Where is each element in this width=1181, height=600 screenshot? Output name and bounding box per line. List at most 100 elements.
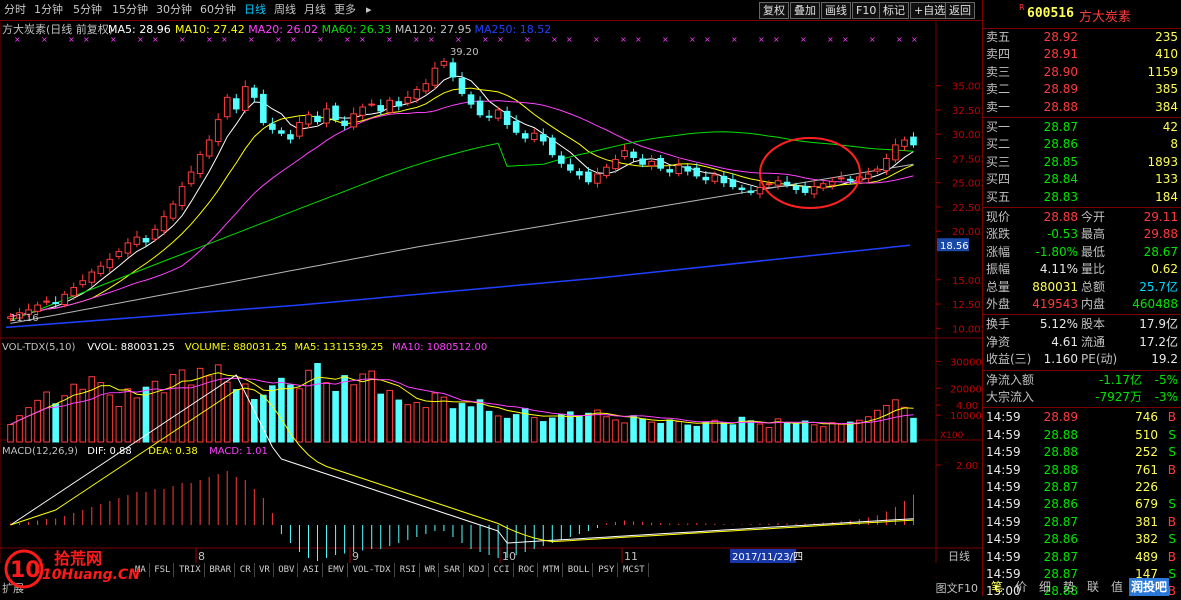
indicator-tab-brar[interactable]: BRAR	[206, 563, 236, 577]
period-tab-2[interactable]: 5分钟	[73, 3, 102, 17]
tick-row-4[interactable]: 14:59 28.87 226	[983, 479, 1181, 496]
toolbar-button-1[interactable]: 叠加	[790, 2, 820, 19]
candle-body	[115, 251, 123, 257]
panel-ticks-3-t: 14:59	[986, 462, 1021, 477]
chart-title: 方大炭素(日线 前复权)	[2, 22, 113, 36]
tick-row-2[interactable]: 14:59 28.88 252 S	[983, 444, 1181, 461]
toolbar-button-2[interactable]: 画线	[821, 2, 851, 19]
stat-row-5[interactable]: 外盘 419543 内盘 460488	[983, 296, 1181, 313]
fund-row-2[interactable]: 收益(三) 1.160 PE(动) 19.2	[983, 351, 1181, 368]
volume-bar	[792, 422, 800, 443]
indicator-tab-psy[interactable]: PSY	[595, 563, 619, 577]
period-tab-3[interactable]: 15分钟	[112, 3, 148, 17]
bid-row-3[interactable]: 买四 28.84 133	[983, 171, 1181, 188]
indicator-tab-roc[interactable]: ROC	[515, 563, 539, 577]
tick-row-6[interactable]: 14:59 28.87 381 B	[983, 514, 1181, 531]
ask-row-1[interactable]: 卖四 28.91 410	[983, 46, 1181, 63]
candle-body	[260, 93, 267, 124]
indicator-tab-trix[interactable]: TRIX	[176, 563, 205, 577]
bottom-bar: 扩展 图文F10	[0, 578, 982, 596]
kline-svg[interactable]: 方大炭素(日线 前复权)MA5: 28.96 MA10: 27.42 MA20: 2…	[0, 20, 982, 582]
indicator-tab-emv[interactable]: EMV	[325, 563, 349, 577]
stat-row-3[interactable]: 振幅 4.11% 量比 0.62	[983, 261, 1181, 278]
toolbar-button-3[interactable]: F10	[852, 2, 881, 19]
period-tab-4[interactable]: 30分钟	[156, 3, 192, 17]
bid-row-4[interactable]: 买五 28.83 184	[983, 189, 1181, 206]
panel-tab-2[interactable]: 细	[1033, 578, 1057, 596]
indicator-tab-mcst[interactable]: MCST	[620, 563, 649, 577]
kline-chart[interactable]: 方大炭素(日线 前复权) MA5: 28.96 MA10: 27.42 MA20: 2…	[0, 20, 982, 582]
indicator-tab-kdj[interactable]: KDJ	[466, 563, 489, 577]
bid-row-2[interactable]: 买三 28.85 1893	[983, 154, 1181, 171]
panel-tab-5[interactable]: 值	[1105, 578, 1129, 596]
candle-body	[160, 216, 168, 232]
toolbar-button-4[interactable]: 标记	[879, 2, 909, 19]
panel-stats-5-l1: 外盘	[986, 297, 1011, 311]
period-tab-8[interactable]: 月线	[304, 3, 326, 17]
ask-row-4[interactable]: 卖一 28.88 384	[983, 99, 1181, 116]
indicator-tab-obv[interactable]: OBV	[275, 563, 299, 577]
indicator-tab-vr[interactable]: VR	[256, 563, 274, 577]
period-tab-9[interactable]: 更多	[334, 3, 356, 17]
period-tab-5[interactable]: 60分钟	[200, 3, 236, 17]
panel-tab-1[interactable]: 价	[1009, 578, 1033, 596]
stat-row-2[interactable]: 涨幅 -1.80% 最低 28.67	[983, 244, 1181, 261]
tick-row-0[interactable]: 14:59 28.89 746 B	[983, 409, 1181, 426]
period-tab-0[interactable]: 分时	[4, 3, 26, 17]
indicator-tab-rsi[interactable]: RSI	[397, 563, 421, 577]
panel-asks-3-label: 卖二	[986, 82, 1011, 97]
indicator-tab-fsl[interactable]: FSL	[151, 563, 175, 577]
ask-row-3[interactable]: 卖二 28.89 385	[983, 81, 1181, 98]
fund-row-1[interactable]: 净资 4.61 流通 17.2亿	[983, 334, 1181, 351]
tick-row-8[interactable]: 14:59 28.87 489 B	[983, 549, 1181, 566]
candle-body	[368, 103, 376, 106]
panel-tab-0[interactable]: 笔	[985, 578, 1009, 596]
ask-row-0[interactable]: 卖五 28.92 235	[983, 29, 1181, 46]
stat-row-1[interactable]: 涨跌 -0.53 最高 29.88	[983, 226, 1181, 243]
flow-row-1[interactable]: 大宗流入 -7927万 -3%	[983, 389, 1181, 406]
volume-bar	[404, 404, 412, 443]
candle-body	[395, 101, 403, 107]
bid-row-0[interactable]: 买一 28.87 42	[983, 119, 1181, 136]
ask-row-2[interactable]: 卖三 28.90 1159	[983, 64, 1181, 81]
stat-row-0[interactable]: 现价 28.88 今开 29.11	[983, 209, 1181, 226]
indicator-tab-sar[interactable]: SAR	[441, 563, 465, 577]
panel-asks-1-vol: 410	[1155, 47, 1178, 62]
toolbar-button-6[interactable]: 返回	[945, 2, 975, 19]
panel-tab-4[interactable]: 联	[1081, 578, 1105, 596]
toolbar-button-0[interactable]: 复权	[759, 2, 789, 19]
f10-button[interactable]: 图文F10	[936, 580, 978, 596]
volume-bar	[720, 422, 728, 443]
candle-body	[702, 176, 710, 181]
candle-body	[449, 62, 457, 78]
flow-row-0[interactable]: 净流入额 -1.17亿 -5%	[983, 372, 1181, 389]
panel-fundamentals-2-v2: 19.2	[1151, 352, 1178, 367]
tick-row-1[interactable]: 14:59 28.88 510 S	[983, 427, 1181, 444]
price-axis-label-4: 25.00	[952, 179, 981, 190]
toolbar-button-5[interactable]: +自选	[910, 2, 950, 19]
indicator-tab-asi[interactable]: ASI	[300, 563, 324, 577]
stat-row-4[interactable]: 总量 880031 总额 25.7亿	[983, 279, 1181, 296]
bid-row-1[interactable]: 买二 28.86 8	[983, 136, 1181, 153]
tick-row-3[interactable]: 14:59 28.88 761 B	[983, 462, 1181, 479]
indicator-tab-cr[interactable]: CR	[237, 563, 255, 577]
tick-row-5[interactable]: 14:59 28.86 679 S	[983, 496, 1181, 513]
period-tab-7[interactable]: 周线	[274, 3, 296, 17]
panel-tab-3[interactable]: 势	[1057, 578, 1081, 596]
indicator-tab-boll[interactable]: BOLL	[565, 563, 594, 577]
indicator-tab-vol-tdx[interactable]: VOL-TDX	[350, 563, 395, 577]
period-tab-1[interactable]: 1分钟	[34, 3, 63, 17]
more-arrow-icon[interactable]: ▸	[366, 3, 372, 17]
indicator-tab-mtm[interactable]: MTM	[540, 563, 564, 577]
indicator-tab-cci[interactable]: CCI	[490, 563, 514, 577]
indicator-tab-wr[interactable]: WR	[422, 563, 440, 577]
candle-body	[910, 136, 917, 146]
candle-body	[467, 94, 475, 105]
panel-stats-1-l2: 最高	[1081, 227, 1106, 242]
period-tab-6[interactable]: 日线	[244, 3, 266, 17]
panel-ticks-1-bs: S	[1168, 427, 1176, 442]
fund-row-0[interactable]: 换手 5.12% 股本 17.9亿	[983, 316, 1181, 333]
tick-row-7[interactable]: 14:59 28.86 382 S	[983, 531, 1181, 548]
panel-bids-1-vol: 8	[1170, 137, 1178, 152]
panel-flows-0-v2: -5%	[1154, 372, 1178, 387]
